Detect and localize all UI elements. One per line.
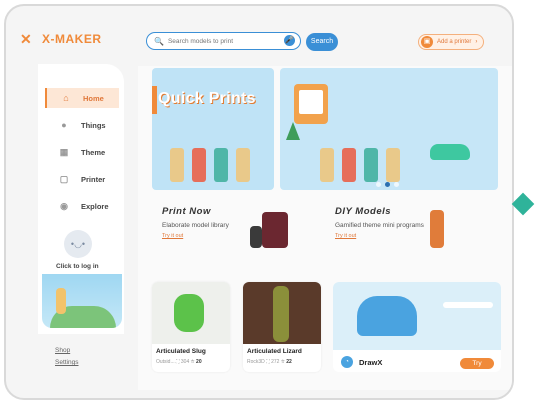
star-icon: ☆	[190, 359, 195, 365]
print-now-subtitle: Elaborate model library	[162, 222, 229, 229]
print-now-title: Print Now	[162, 206, 211, 217]
toy-figure	[320, 148, 334, 182]
robot-model-image	[250, 226, 262, 248]
like-count: 20	[196, 359, 202, 365]
sidebar-item-label: Explore	[81, 201, 109, 211]
carousel-dot-active[interactable]	[385, 182, 390, 187]
toy-figure	[386, 148, 400, 182]
side-marker	[511, 192, 535, 216]
logo-mark-icon: ✕	[20, 31, 32, 47]
printer-icon: ▢	[59, 173, 69, 184]
drawx-app-icon: ◔	[341, 356, 353, 368]
author-name: Rock3D	[247, 359, 265, 365]
login-text[interactable]: Click to log in	[56, 263, 99, 270]
model-image	[152, 282, 230, 344]
diy-models-subtitle: Gamified theme mini programs	[335, 222, 424, 229]
diy-models-section[interactable]: DIY Models Gamified theme mini programs …	[335, 206, 424, 266]
star-icon: ☆	[280, 359, 285, 365]
home-icon: ⌂	[63, 93, 69, 103]
search-bar[interactable]: 🔍 🎤	[146, 32, 301, 50]
microphone-icon[interactable]: 🎤	[284, 35, 295, 46]
car-illustration	[430, 144, 470, 160]
feature-banner[interactable]	[280, 68, 498, 190]
print-now-section[interactable]: Print Now Elaborate model library Try it…	[162, 206, 229, 266]
things-icon: ●	[61, 120, 67, 130]
diy-models-title: DIY Models	[335, 206, 392, 217]
toy-figure	[170, 148, 184, 182]
printer-illustration	[294, 84, 328, 124]
sidebar-item-home[interactable]: ⌂ Home	[45, 88, 119, 108]
drawx-image	[333, 282, 501, 350]
grid-icon: ▦	[59, 146, 69, 157]
search-icon: 🔍	[154, 36, 164, 46]
printer-add-icon: ▣	[421, 36, 433, 48]
print-now-link[interactable]: Try it out	[162, 233, 229, 239]
model-card[interactable]: Articulated Slug Outsid... ⛶ 304 ☆ 20	[152, 282, 230, 372]
carousel-indicator[interactable]	[376, 182, 399, 187]
model-meta: Outsid... ⛶ 304 ☆ 20	[156, 359, 202, 365]
banner-accent-strip	[152, 86, 157, 114]
model-title: Articulated Lizard	[247, 348, 302, 355]
logo-text: X-MAKER	[42, 32, 102, 46]
drawx-name: DrawX	[359, 358, 383, 367]
model-meta: Rock3D ⛶ 272 ☆ 22	[247, 359, 292, 365]
add-printer-label: Add a printer	[437, 39, 472, 45]
diy-models-link[interactable]: Try it out	[335, 233, 424, 239]
quick-prints-banner[interactable]: Quick Prints	[152, 68, 274, 190]
sidebar-item-label: Printer	[81, 174, 106, 184]
toy-figure	[342, 148, 356, 182]
tree-shape	[286, 122, 300, 140]
bottom-links: Shop Settings	[55, 345, 79, 369]
print-count: 272	[271, 359, 280, 365]
sidebar-item-label: Things	[81, 120, 106, 130]
carousel-dot[interactable]	[376, 182, 381, 187]
sidebar-item-label: Home	[83, 93, 104, 103]
diy-figure-image	[430, 210, 444, 248]
like-count: 22	[286, 359, 292, 365]
compass-icon: ◉	[60, 200, 68, 211]
shop-link[interactable]: Shop	[55, 345, 79, 357]
print-count: 304	[180, 359, 190, 365]
carousel-dot[interactable]	[394, 182, 399, 187]
try-button[interactable]: Try	[460, 358, 494, 369]
toy-figure	[364, 148, 378, 182]
search-button[interactable]: Search	[306, 33, 338, 51]
chevron-right-icon: ›	[475, 39, 478, 45]
figure-shape	[56, 288, 66, 314]
app-logo[interactable]: ✕ X-MAKER	[20, 32, 102, 46]
toy-figure	[214, 148, 228, 182]
model-image	[243, 282, 321, 344]
search-input[interactable]	[167, 37, 278, 45]
login-illustration	[42, 274, 122, 328]
model-card[interactable]: Articulated Lizard Rock3D ⛶ 272 ☆ 22	[243, 282, 321, 372]
sidebar-item-theme[interactable]: ▦ Theme	[45, 142, 119, 162]
drawx-card[interactable]: ◔ DrawX Try	[333, 282, 501, 372]
sidebar-item-explore[interactable]: ◉ Explore	[45, 196, 119, 216]
robot-model-image	[262, 212, 288, 248]
model-title: Articulated Slug	[156, 348, 206, 355]
sidebar-item-label: Theme	[81, 147, 106, 157]
banner-title: Quick Prints	[158, 90, 256, 107]
settings-link[interactable]: Settings	[55, 357, 79, 369]
author-name: Outsid...	[156, 359, 175, 365]
toy-figure	[236, 148, 250, 182]
avatar[interactable]: •◡•	[64, 230, 92, 258]
login-panel[interactable]: •◡• Click to log in	[42, 230, 122, 330]
toy-figure	[192, 148, 206, 182]
sidebar-item-things[interactable]: ● Things	[45, 115, 119, 135]
sidebar-item-printer[interactable]: ▢ Printer	[45, 169, 119, 189]
add-printer-button[interactable]: ▣ Add a printer ›	[418, 34, 484, 50]
